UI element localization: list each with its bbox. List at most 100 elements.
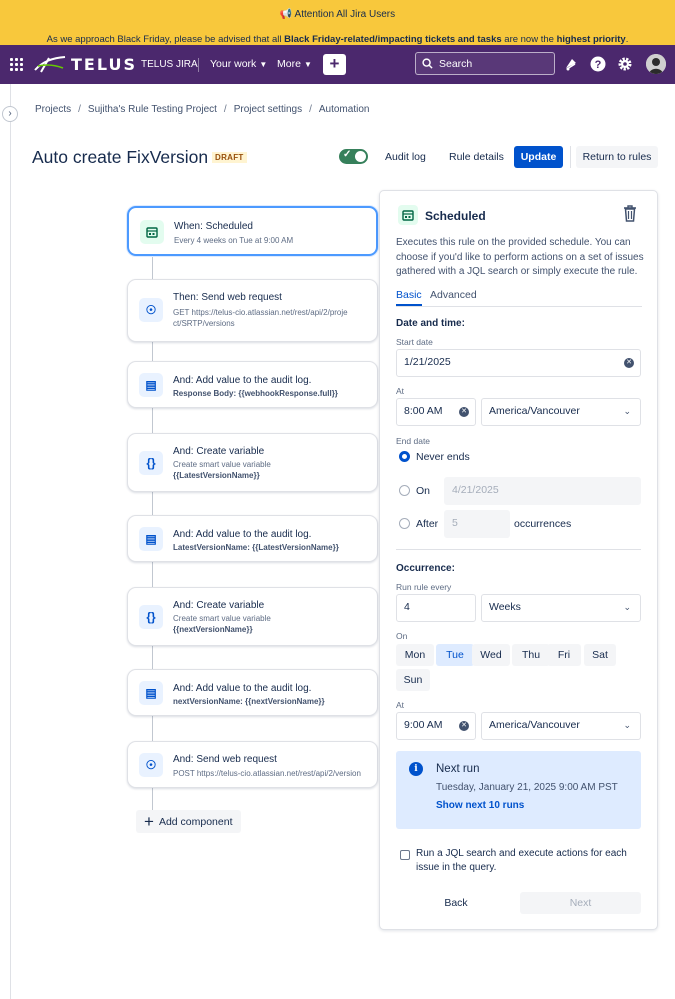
after-count-field[interactable]: 5 [444,510,510,538]
chevron-down-icon: ⌄ [623,602,631,612]
start-date-label: Start date [396,337,433,347]
calendar-icon [398,205,418,225]
chevron-down-icon: ▼ [303,59,312,69]
timezone-select[interactable]: America/Vancouver ⌄ [481,398,641,426]
next-run-info: i Next run Tuesday, January 21, 2025 9:0… [396,751,641,829]
day-mon-button[interactable]: Mon [396,644,434,666]
run-time-value: 9:00 AM [404,719,443,731]
flow-item-subtitle: Create smart value variable [173,460,271,469]
after-radio[interactable] [399,518,410,529]
add-component-button[interactable]: + Add component [136,810,241,833]
banner-title: 📢 Attention All Jira Users [0,9,675,20]
start-time-value: 8:00 AM [404,405,443,417]
your-work-menu[interactable]: Your work ▼ [210,58,267,70]
flow-item-create-variable[interactable]: {} And: Create variable Create smart val… [127,433,378,492]
run-every-label: Run rule every [396,582,452,592]
trash-icon[interactable] [623,205,637,222]
document-icon: ▤ [139,373,163,397]
start-date-field[interactable]: 1/21/2025 ✕ [396,349,641,377]
day-thu-button[interactable]: Thu [512,644,550,666]
avatar-photo-icon [646,54,666,74]
clear-icon[interactable]: ✕ [624,358,634,368]
svg-text:?: ? [595,59,602,71]
panel-description: Executes this rule on the provided sched… [396,237,644,277]
never-ends-radio[interactable] [399,451,410,462]
flow-item-create-variable[interactable]: {} And: Create variable Create smart val… [127,587,378,646]
start-time-field[interactable]: 8:00 AM ✕ [396,398,476,426]
flow-item-audit-log[interactable]: ▤ And: Add value to the audit log. nextV… [127,669,378,716]
user-avatar[interactable] [646,54,666,74]
notifications-icon[interactable] [563,56,579,72]
more-menu[interactable]: More ▼ [277,58,312,70]
search-field[interactable] [415,52,555,75]
more-label: More [277,58,301,70]
tab-basic[interactable]: Basic [396,289,422,301]
search-icon [422,58,433,69]
tab-advanced[interactable]: Advanced [430,289,477,301]
sidebar-expand-icon[interactable]: › [2,106,18,122]
chevron-down-icon: ⌄ [623,406,631,416]
component-config-panel: Scheduled Executes this rule on the prov… [379,190,658,930]
rule-title[interactable]: Auto create FixVersion [32,147,208,168]
webhook-icon: ☉ [139,753,163,777]
flow-item-title: And: Add value to the audit log. [173,375,312,386]
rule-enabled-toggle[interactable]: ✓ [339,149,368,164]
flow-item-title: And: Create variable [173,446,265,457]
run-time-field[interactable]: 9:00 AM ✕ [396,712,476,740]
toggle-knob [355,151,366,162]
day-tue-button[interactable]: Tue [436,644,474,666]
document-icon: ▤ [139,681,163,705]
flow-item-subtitle: Create smart value variable [173,614,271,623]
top-navigation: TELUS TELUS JIRA Your work ▼ More ▼ + ? [0,45,675,84]
clear-icon[interactable]: ✕ [459,407,469,417]
help-icon[interactable]: ? [590,56,606,72]
run-every-input[interactable]: 4 [396,594,476,622]
show-next-runs-link[interactable]: Show next 10 runs [436,800,524,811]
return-to-rules-button[interactable]: Return to rules [576,146,658,168]
create-button[interactable]: + [323,54,346,75]
day-sat-button[interactable]: Sat [584,644,616,666]
flow-item-audit-log[interactable]: ▤ And: Add value to the audit log. Lates… [127,515,378,562]
flow-item-value: LatestVersionName: {{LatestVersionName}} [173,543,339,552]
megaphone-icon: 📢 [279,9,293,20]
nav-divider [198,58,199,72]
run-timezone-select[interactable]: America/Vancouver ⌄ [481,712,641,740]
flow-item-audit-log[interactable]: ▤ And: Add value to the audit log. Respo… [127,361,378,408]
banner-message-d: highest priority [556,34,626,45]
rule-details-button[interactable]: Rule details [449,151,504,163]
breadcrumb-separator: / [78,104,81,115]
update-button[interactable]: Update [514,146,563,168]
next-button[interactable]: Next [520,892,641,914]
audit-log-button[interactable]: Audit log [385,151,426,163]
day-sun-button[interactable]: Sun [396,669,430,691]
breadcrumb-project-settings[interactable]: Project settings [234,104,302,115]
flow-item-subtitle: POST https://telus-cio.atlassian.net/res… [173,769,361,778]
jql-search-checkbox[interactable] [400,850,410,860]
telus-logo[interactable]: TELUS [33,54,137,74]
flow-item-send-web-request[interactable]: ☉ And: Send web request POST https://tel… [127,741,378,788]
calendar-icon [140,220,164,244]
on-days-label: On [396,631,408,641]
run-every-unit-select[interactable]: Weeks ⌄ [481,594,641,622]
flow-item-subtitle: Every 4 weeks on Tue at 9:00 AM [174,236,294,245]
search-input[interactable] [439,57,539,70]
run-at-label: At [396,700,405,710]
braces-icon: {} [139,605,163,629]
flow-item-send-web-request[interactable]: ☉ Then: Send web request GET https://tel… [127,279,378,342]
flow-item-value: {{LatestVersionName}} [173,471,260,480]
clear-icon[interactable]: ✕ [459,721,469,731]
breadcrumb-project[interactable]: Sujitha's Rule Testing Project [88,104,217,115]
day-fri-button[interactable]: Fri [547,644,581,666]
settings-gear-icon[interactable] [617,56,633,72]
back-button[interactable]: Back [396,892,516,914]
on-date-radio[interactable] [399,485,410,496]
end-date-field[interactable]: 4/21/2025 [444,477,641,505]
breadcrumb-projects[interactable]: Projects [35,104,71,115]
day-wed-button[interactable]: Wed [472,644,510,666]
flow-item-trigger-scheduled[interactable]: When: Scheduled Every 4 weeks on Tue at … [127,206,378,256]
date-time-heading: Date and time: [396,318,465,329]
product-name: TELUS JIRA [141,59,198,70]
breadcrumb-automation[interactable]: Automation [319,104,370,115]
next-run-title: Next run [436,763,480,775]
app-switcher-icon[interactable] [10,58,23,71]
